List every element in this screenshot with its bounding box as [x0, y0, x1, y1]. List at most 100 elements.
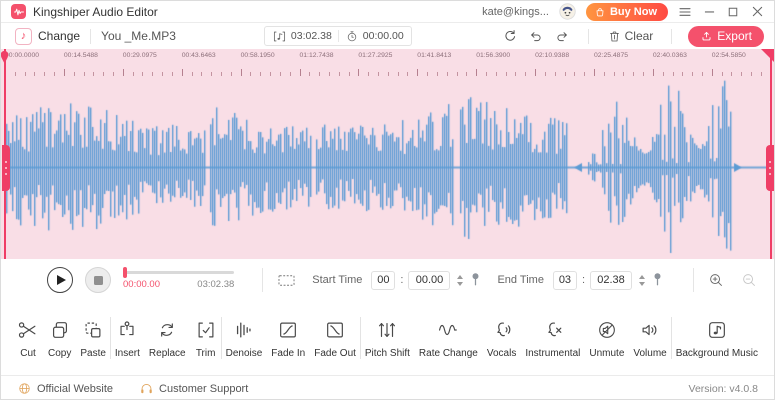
- undo-button[interactable]: [526, 26, 546, 46]
- divider: [360, 317, 361, 359]
- selection-end-handle[interactable]: [766, 145, 774, 191]
- user-avatar[interactable]: [559, 3, 576, 20]
- status-bar: Official Website Customer Support Versio…: [1, 375, 774, 400]
- tool-replace[interactable]: Replace: [147, 317, 188, 359]
- globe-icon: [17, 381, 32, 396]
- ruler-tick: [417, 69, 418, 76]
- stop-icon: [94, 276, 103, 285]
- zoom-out-button[interactable]: [741, 272, 758, 289]
- unmute-icon: [596, 317, 618, 343]
- end-marker-pin-icon[interactable]: [652, 272, 663, 288]
- copy-icon: [49, 317, 71, 343]
- tool-instrumental[interactable]: Instrumental: [523, 317, 582, 359]
- tool-copy[interactable]: Copy: [46, 317, 73, 359]
- current-filename: You _Me.MP3: [101, 29, 176, 43]
- ruler-timestamp: 00:58.1950: [241, 52, 275, 59]
- redo-button[interactable]: [552, 26, 572, 46]
- ruler-timestamp: 01:41.8413: [417, 52, 451, 59]
- official-website-link[interactable]: Official Website: [17, 381, 113, 396]
- close-button[interactable]: [750, 5, 764, 19]
- tool-fade-out[interactable]: Fade Out: [312, 317, 358, 359]
- minimize-button[interactable]: [702, 5, 716, 19]
- tool-pitch-shift[interactable]: Pitch Shift: [363, 317, 412, 359]
- maximize-button[interactable]: [726, 5, 740, 19]
- current-position: 00:00.00: [345, 29, 404, 43]
- waveform-canvas[interactable]: [1, 76, 775, 259]
- ruler-tick: [64, 69, 65, 76]
- tool-group: Cut Copy Paste: [15, 317, 108, 359]
- stopwatch-icon: [345, 29, 359, 43]
- transport-bar: 00:00.00 03:02.38 Start Time : End Time …: [1, 259, 774, 301]
- elapsed-time: 00:00.00: [123, 279, 160, 290]
- account-email[interactable]: kate@kings...: [482, 6, 549, 18]
- duration-display: 03:02.38 00:00.00: [264, 26, 412, 46]
- time-ruler[interactable]: 00:00.000000:14.548800:29.097500:43.6463…: [1, 49, 774, 76]
- export-button[interactable]: Export: [688, 26, 764, 47]
- start-seconds-input[interactable]: [408, 271, 450, 290]
- slider-track[interactable]: [123, 271, 234, 274]
- tool-label: Fade Out: [314, 348, 356, 359]
- customer-support-link[interactable]: Customer Support: [139, 381, 248, 396]
- start-marker-pin-icon[interactable]: [470, 272, 481, 288]
- start-time-stepper[interactable]: [457, 275, 463, 286]
- tool-fade-in[interactable]: Fade In: [269, 317, 307, 359]
- paste-icon: [82, 317, 104, 343]
- pitch-shift-icon: [376, 317, 398, 343]
- app-title: Kingshiper Audio Editor: [33, 5, 158, 19]
- tool-label: Copy: [48, 348, 71, 359]
- end-marker-flag: [761, 49, 774, 62]
- ruler-tick: [300, 69, 301, 76]
- colon: :: [400, 274, 403, 286]
- end-minutes-input[interactable]: [553, 271, 577, 290]
- app-logo-icon: [11, 4, 26, 19]
- divider: [338, 30, 339, 42]
- divider: [588, 29, 589, 44]
- tool-unmute[interactable]: Unmute: [587, 317, 626, 359]
- tool-group: Pitch ShiftRate ChangeVocalsInstrumental…: [363, 317, 669, 359]
- tool-volume[interactable]: Volume: [631, 317, 668, 359]
- ruler-timestamp: 00:29.0975: [123, 52, 157, 59]
- zoom-in-button[interactable]: [708, 272, 725, 289]
- start-minutes-input[interactable]: [371, 271, 395, 290]
- divider: [90, 29, 91, 44]
- tool-label: Unmute: [589, 348, 624, 359]
- rate-change-icon: [437, 317, 459, 343]
- ruler-timestamp: 02:54.5850: [712, 52, 746, 59]
- tool-denoise[interactable]: Denoise: [224, 317, 265, 359]
- clear-button[interactable]: Clear: [605, 27, 656, 46]
- background-music-icon: [706, 317, 728, 343]
- ruler-tick: [476, 69, 477, 76]
- waveform-area: 00:00.000000:14.548800:29.097500:43.6463…: [1, 49, 774, 259]
- play-button[interactable]: [47, 267, 73, 293]
- play-icon: [57, 275, 66, 285]
- end-time-group: End Time :: [497, 271, 663, 290]
- divider: [671, 29, 672, 44]
- tool-label: Denoise: [226, 348, 263, 359]
- tool-paste[interactable]: Paste: [78, 317, 108, 359]
- menu-icon[interactable]: [678, 5, 692, 19]
- ruler-timestamp: 01:12.7438: [300, 52, 334, 59]
- tool-background-music[interactable]: Background Music: [674, 317, 760, 359]
- tool-cut[interactable]: Cut: [15, 317, 41, 359]
- playhead-pin-icon: [0, 50, 10, 65]
- selection-start-handle[interactable]: [2, 145, 10, 191]
- tool-label: Insert: [115, 348, 140, 359]
- change-file-button[interactable]: Change: [38, 29, 80, 43]
- volume-icon: [639, 317, 661, 343]
- tool-trim[interactable]: Trim: [193, 317, 219, 359]
- tool-insert[interactable]: Insert: [113, 317, 142, 359]
- duration-bracket-note-icon: [272, 29, 287, 44]
- buy-now-button[interactable]: Buy Now: [586, 3, 668, 21]
- stop-button[interactable]: [85, 267, 111, 293]
- slider-handle[interactable]: [123, 267, 127, 278]
- tool-vocals[interactable]: Vocals: [485, 317, 518, 359]
- divider: [221, 317, 222, 359]
- ruler-timestamp: 01:56.3900: [476, 52, 510, 59]
- reset-button[interactable]: [500, 26, 520, 46]
- end-time-stepper[interactable]: [639, 275, 645, 286]
- tool-rate-change[interactable]: Rate Change: [417, 317, 480, 359]
- tool-label: Trim: [196, 348, 216, 359]
- selection-region-icon[interactable]: [277, 271, 296, 290]
- ruler-tick: [123, 69, 124, 76]
- end-seconds-input[interactable]: [590, 271, 632, 290]
